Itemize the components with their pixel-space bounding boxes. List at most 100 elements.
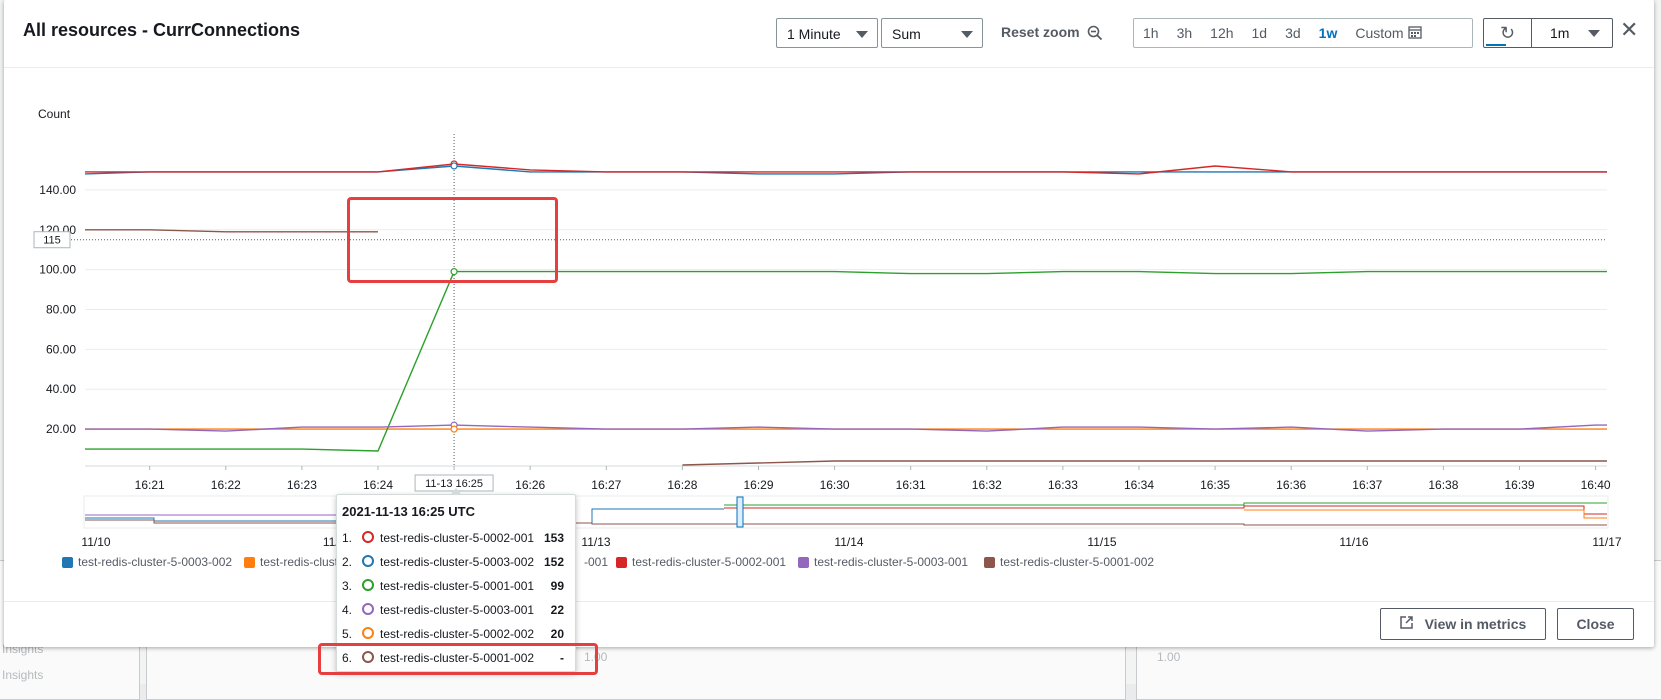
tooltip-row-value: 22	[550, 603, 564, 617]
overview-tick-label: 11/17	[1592, 535, 1621, 549]
series-circle-icon	[362, 627, 374, 639]
external-link-icon	[1399, 616, 1417, 632]
legend-item[interactable]: -001	[584, 554, 608, 570]
x-tick-label: 16:37	[1352, 478, 1382, 492]
y-tick-label: 40.00	[46, 382, 76, 396]
overview-strip[interactable]: 11/1011/1111/1311/1411/1511/1611/17	[81, 495, 1622, 549]
overview-tick-label: 11/10	[81, 535, 110, 549]
x-tick-label: 16:27	[591, 478, 621, 492]
legend-swatch	[244, 556, 255, 568]
legend-item[interactable]: test-redis-cluster-5-0003-001	[798, 554, 968, 570]
x-tick-label: 16:21	[135, 478, 165, 492]
x-axis-ticks: 16:2116:2216:2316:2416:2516:2616:2716:28…	[135, 466, 1611, 492]
tooltip-row-label: test-redis-cluster-5-0001-001	[380, 579, 535, 593]
crosshair-point	[450, 162, 458, 170]
y-tick-label: 80.00	[46, 303, 76, 317]
legend-label: test-redis-cluster-5-0001-002	[1000, 555, 1155, 569]
x-tick-label: 16:36	[1276, 478, 1306, 492]
tooltip-row: 2. test-redis-cluster-5-0003-002 152	[342, 553, 570, 571]
tooltip-row-value: 153	[543, 531, 564, 545]
legend-label: test-redis-clust	[260, 555, 339, 569]
tooltip-row-number: 4.	[342, 603, 353, 617]
background-axis-value: 1.00	[1157, 650, 1181, 664]
chart-tooltip: 2021-11-13 16:25 UTC 1. test-redis-clust…	[318, 488, 598, 675]
x-tick-label: 16:26	[515, 478, 545, 492]
x-tick-label: 16:29	[743, 478, 773, 492]
threshold-label: 115	[43, 235, 61, 247]
tooltip-row-number: 2.	[342, 555, 353, 569]
legend-swatch	[616, 556, 627, 568]
view-in-metrics-button[interactable]: View in metrics	[1380, 608, 1546, 640]
background-nav-text: Insights	[2, 668, 44, 682]
overview-tick-label: 11/14	[834, 535, 863, 549]
tooltip-row-number: 1.	[342, 531, 353, 545]
tooltip-row-value: 20	[550, 627, 564, 641]
highlight-box-missing-series	[318, 643, 598, 675]
view-in-metrics-label: View in metrics	[1424, 616, 1527, 632]
series-circle-icon	[362, 603, 374, 615]
tooltip-row-label: test-redis-cluster-5-0003-001	[380, 603, 535, 617]
x-tick-label: 16:38	[1428, 478, 1458, 492]
series-lines	[84, 163, 1607, 466]
x-tick-label: 16:22	[211, 478, 241, 492]
series-line	[85, 270, 1607, 452]
series-circle-icon	[362, 531, 374, 543]
y-tick-label: 60.00	[46, 342, 76, 356]
series-line	[84, 165, 1607, 175]
legend-label: test-redis-cluster-5-0002-001	[632, 555, 787, 569]
metric-modal: All resources - CurrConnections 1 Minute…	[4, 0, 1654, 647]
x-tick-label: 16:32	[972, 478, 1002, 492]
series-line	[85, 163, 1607, 175]
tooltip-row: 4. test-redis-cluster-5-0003-001 22	[342, 601, 570, 619]
y-tick-label: 140.00	[39, 183, 76, 197]
tooltip-row-value: 99	[550, 579, 564, 593]
tooltip-arrow	[450, 488, 462, 495]
tooltip-row-number: 5.	[342, 627, 353, 641]
x-tick-label: 16:28	[667, 478, 697, 492]
legend-label: -001	[584, 555, 609, 569]
x-tick-label: 16:35	[1200, 478, 1230, 492]
tooltip-row: 1. test-redis-cluster-5-0002-001 153	[342, 529, 570, 547]
tooltip-row: 5. test-redis-cluster-5-0002-002 20	[342, 625, 570, 643]
legend-item[interactable]: test-redis-cluster-5-0002-001	[616, 554, 786, 570]
overview-tick-label: 11/13	[581, 535, 610, 549]
series-line	[85, 424, 1607, 432]
chart-canvas[interactable]: Count20.0040.0060.0080.00100.00120.00140…	[4, 0, 1654, 600]
legend-swatch	[984, 556, 995, 568]
overview-tick-label: 11/16	[1339, 535, 1368, 549]
y-tick-label: 20.00	[46, 422, 76, 436]
x-tick-label: 16:31	[896, 478, 926, 492]
x-tick-label: 16:30	[820, 478, 850, 492]
close-button[interactable]: Close	[1557, 608, 1634, 640]
legend-item[interactable]: test-redis-cluster-5-0001-002	[984, 554, 1154, 570]
series-circle-icon	[362, 555, 374, 567]
tooltip-row-label: test-redis-cluster-5-0002-002	[380, 627, 535, 641]
legend-item[interactable]: test-redis-clust	[244, 554, 338, 570]
y-tick-label: 100.00	[39, 263, 76, 277]
legend-swatch	[62, 556, 73, 568]
legend-swatch	[798, 556, 809, 568]
legend-item[interactable]: test-redis-cluster-5-0003-002	[62, 554, 232, 570]
x-tick-label: 16:40	[1581, 478, 1611, 492]
y-axis-label: Count	[38, 107, 71, 121]
x-tick-label: 16:34	[1124, 478, 1154, 492]
x-tick-label: 16:23	[287, 478, 317, 492]
chart-annotations: 11511-13 16:25	[33, 134, 1607, 492]
y-axis-ticks: Count20.0040.0060.0080.00100.00120.00140…	[38, 107, 76, 436]
crosshair-point	[450, 425, 458, 433]
series-circle-icon	[362, 579, 374, 591]
tooltip-row-label: test-redis-cluster-5-0003-002	[380, 555, 535, 569]
x-tick-label: 16:33	[1048, 478, 1078, 492]
highlight-box-green-jump	[347, 197, 558, 283]
legend-label: test-redis-cluster-5-0003-002	[78, 555, 233, 569]
series-line	[682, 460, 1607, 466]
x-tick-label: 16:24	[363, 478, 393, 492]
tooltip-row-value: 152	[543, 555, 564, 569]
tooltip-title: 2021-11-13 16:25 UTC	[342, 504, 475, 519]
tooltip-row-number: 3.	[342, 579, 353, 593]
overview-tick-label: 11/15	[1087, 535, 1116, 549]
tooltip-row-label: test-redis-cluster-5-0002-001	[380, 531, 535, 545]
legend-label: test-redis-cluster-5-0003-001	[814, 555, 969, 569]
overview-brush-handle	[736, 496, 744, 528]
x-tick-label: 16:39	[1504, 478, 1534, 492]
